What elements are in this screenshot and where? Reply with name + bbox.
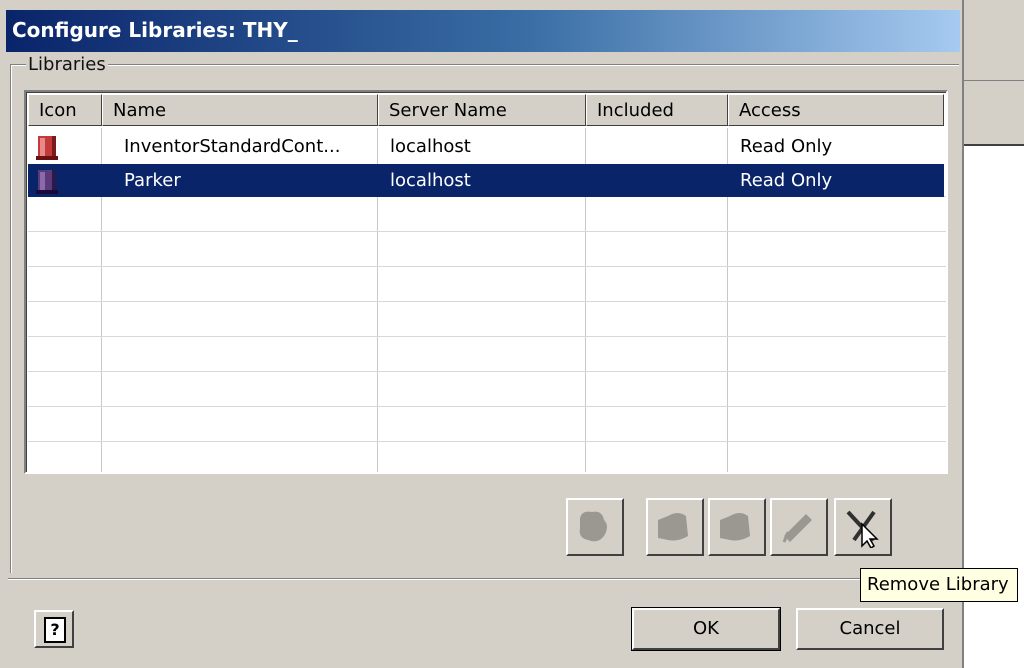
table-row[interactable]: InventorStandardCont... localhost Read O… <box>28 130 944 163</box>
libraries-list[interactable]: Icon Name Server Name Included Access In… <box>24 90 948 474</box>
grid-line <box>28 441 946 442</box>
configure-libraries-dialog: Configure Libraries: THY_ Libraries Icon… <box>0 0 964 668</box>
remove-library-icon <box>846 510 879 548</box>
column-header-access[interactable]: Access <box>728 94 944 126</box>
cancel-button[interactable]: Cancel <box>796 608 944 650</box>
included-value <box>588 130 598 163</box>
server-name: localhost <box>390 136 471 157</box>
library-name: Parker <box>124 170 181 191</box>
edit-library-icon <box>658 513 688 541</box>
copy-library-button[interactable] <box>708 498 766 556</box>
copy-library-icon <box>720 513 750 541</box>
rename-library-button[interactable] <box>770 498 828 556</box>
access-value: Read Only <box>740 170 833 191</box>
dialog-title: Configure Libraries: THY_ <box>12 18 298 42</box>
help-button[interactable]: ? <box>34 610 74 648</box>
grid-line <box>28 231 946 232</box>
add-library-button[interactable] <box>566 498 624 556</box>
table-row-selected[interactable]: Parker localhost Read Only <box>28 164 944 197</box>
column-header-included[interactable]: Included <box>586 94 728 126</box>
library-icon <box>36 136 58 160</box>
grid-line <box>28 266 946 267</box>
column-header-name[interactable]: Name <box>102 94 378 126</box>
background-panel <box>964 82 1024 146</box>
server-name: localhost <box>390 170 471 191</box>
edit-library-button[interactable] <box>646 498 704 556</box>
library-icon <box>36 170 58 194</box>
grid-line <box>28 406 946 407</box>
libraries-group-label: Libraries <box>26 54 108 75</box>
grid-line <box>28 336 946 337</box>
background-panel <box>964 0 1024 81</box>
access-value: Read Only <box>740 136 833 157</box>
column-header-icon[interactable]: Icon <box>28 94 102 126</box>
title-bar[interactable]: Configure Libraries: THY_ <box>6 10 960 52</box>
remove-library-tooltip: Remove Library <box>860 568 1018 602</box>
column-header-server-name[interactable]: Server Name <box>378 94 586 126</box>
included-value <box>588 164 598 197</box>
dialog-separator <box>8 578 958 580</box>
grid-line <box>28 371 946 372</box>
remove-library-button[interactable] <box>834 498 892 556</box>
rename-library-icon <box>782 514 812 543</box>
grid-line <box>28 301 946 302</box>
ok-button[interactable]: OK <box>631 607 781 651</box>
library-name: InventorStandardCont... <box>124 136 341 157</box>
add-library-icon <box>579 511 607 542</box>
help-icon: ? <box>44 617 66 643</box>
